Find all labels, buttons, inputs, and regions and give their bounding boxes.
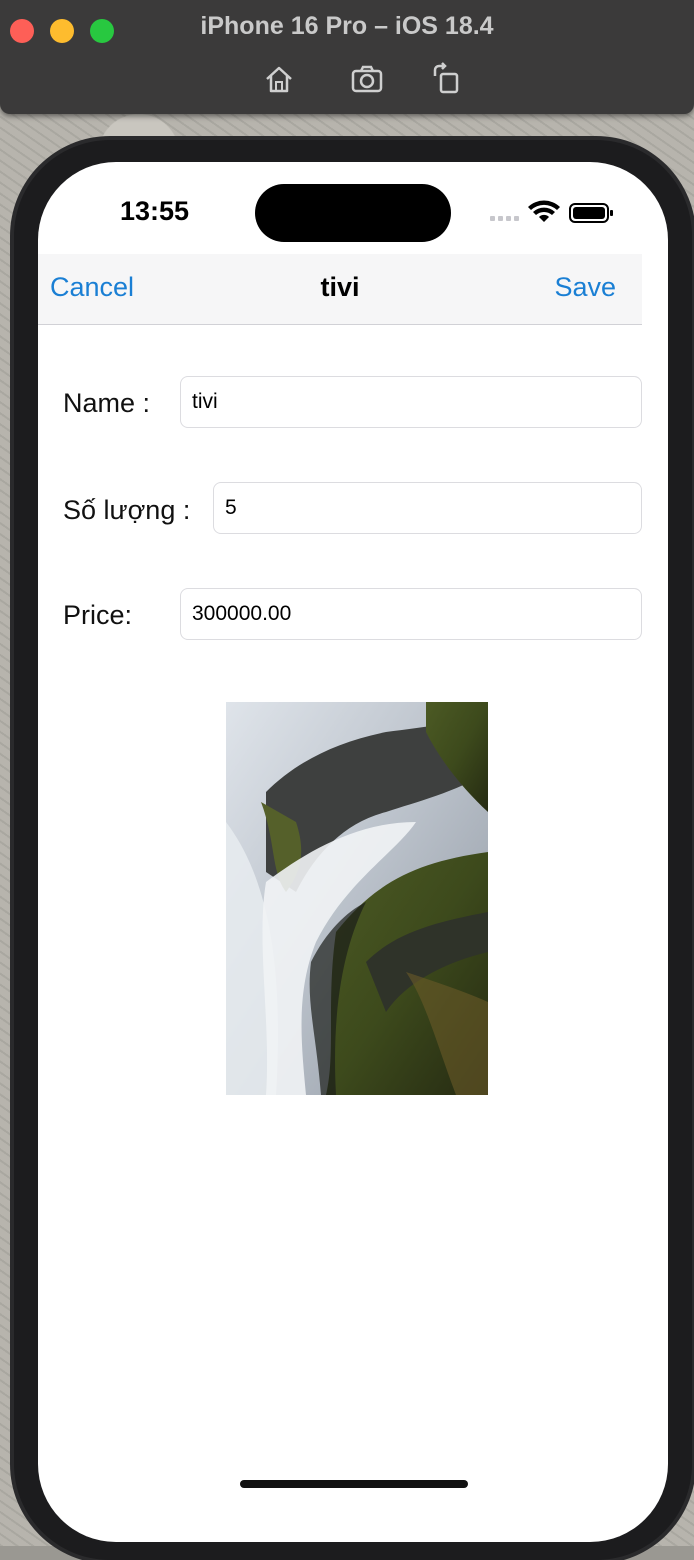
simulator-titlebar: iPhone 16 Pro – iOS 18.4 [0, 0, 694, 114]
name-label: Name : [63, 388, 151, 418]
product-image[interactable] [226, 702, 488, 1095]
home-icon[interactable] [262, 62, 296, 96]
price-field[interactable]: 300000.00 [180, 588, 642, 640]
window-title: iPhone 16 Pro – iOS 18.4 [200, 12, 494, 40]
home-indicator[interactable] [240, 1480, 468, 1488]
save-button[interactable]: Save [554, 272, 616, 303]
battery-icon [569, 203, 613, 223]
rotate-icon[interactable] [430, 62, 464, 96]
name-field[interactable]: tivi [180, 376, 642, 428]
phone-screen: 13:55 Cancel tivi Save Name: tivi Số lư… [38, 162, 668, 1542]
wifi-icon [528, 200, 560, 222]
quantity-field[interactable]: 5 [213, 482, 642, 534]
navigation-bar: Cancel tivi Save [38, 254, 642, 325]
cellular-icon [490, 216, 519, 221]
status-time: 13:55 [120, 196, 190, 226]
price-label: Price: [63, 600, 133, 630]
nav-title: tivi [320, 272, 360, 302]
dynamic-island [255, 184, 451, 242]
status-icons [488, 200, 618, 228]
screenshot-icon[interactable] [350, 62, 384, 96]
quantity-label: Số lượng : [63, 495, 191, 525]
